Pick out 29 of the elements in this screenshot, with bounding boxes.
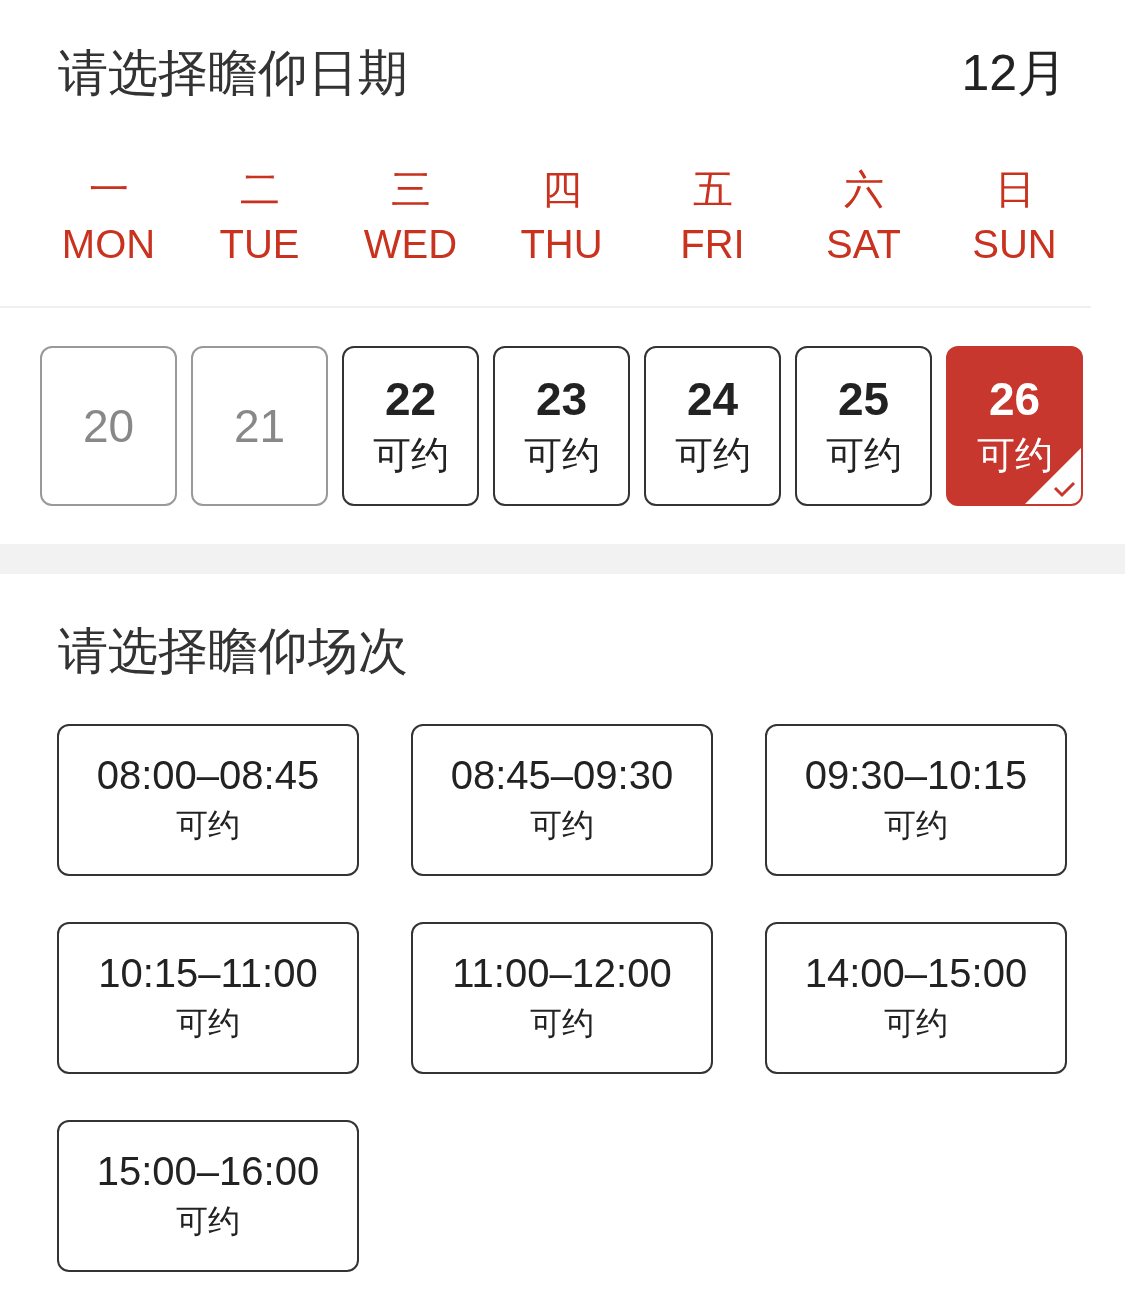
date-button[interactable]: 26 可约 [946, 346, 1083, 506]
section-title: 请选择瞻仰日期 [58, 42, 408, 104]
weekday-label: WED [363, 221, 458, 268]
weekday-label: 二 [239, 165, 280, 214]
weekday-label: FRI [680, 221, 745, 268]
weekday-label: SUN [972, 221, 1057, 268]
weekday-label: SAT [826, 221, 901, 268]
session-button[interactable]: 08:00–08:45 可约 [57, 724, 359, 876]
session-button[interactable]: 09:30–10:15 可约 [765, 724, 1067, 876]
session-button[interactable]: 08:45–09:30 可约 [411, 724, 713, 876]
weekday-label: 一 [88, 165, 129, 214]
weekday-label: TUE [219, 221, 300, 268]
section-title: 请选择瞻仰场次 [58, 622, 408, 680]
weekday-label: 四 [541, 165, 582, 214]
weekday-label: 日 [994, 165, 1035, 214]
date-button[interactable]: 25 可约 [795, 346, 932, 506]
month-label: 12月 [961, 43, 1067, 103]
session-button[interactable]: 11:00–12:00 可约 [411, 922, 713, 1074]
date-button[interactable]: 23 可约 [493, 346, 630, 506]
date-button[interactable]: 24 可约 [644, 346, 781, 506]
weekday-label: THU [520, 221, 603, 268]
weekday-label: 五 [692, 165, 733, 214]
session-button[interactable]: 15:00–16:00 可约 [57, 1120, 359, 1272]
date-button[interactable]: 22 可约 [342, 346, 479, 506]
weekday-label: 六 [843, 165, 884, 214]
weekday-label: MON [61, 221, 156, 268]
session-button[interactable]: 10:15–11:00 可约 [57, 922, 359, 1074]
weekday-label: 三 [390, 165, 431, 214]
session-button[interactable]: 14:00–15:00 可约 [765, 922, 1067, 1074]
